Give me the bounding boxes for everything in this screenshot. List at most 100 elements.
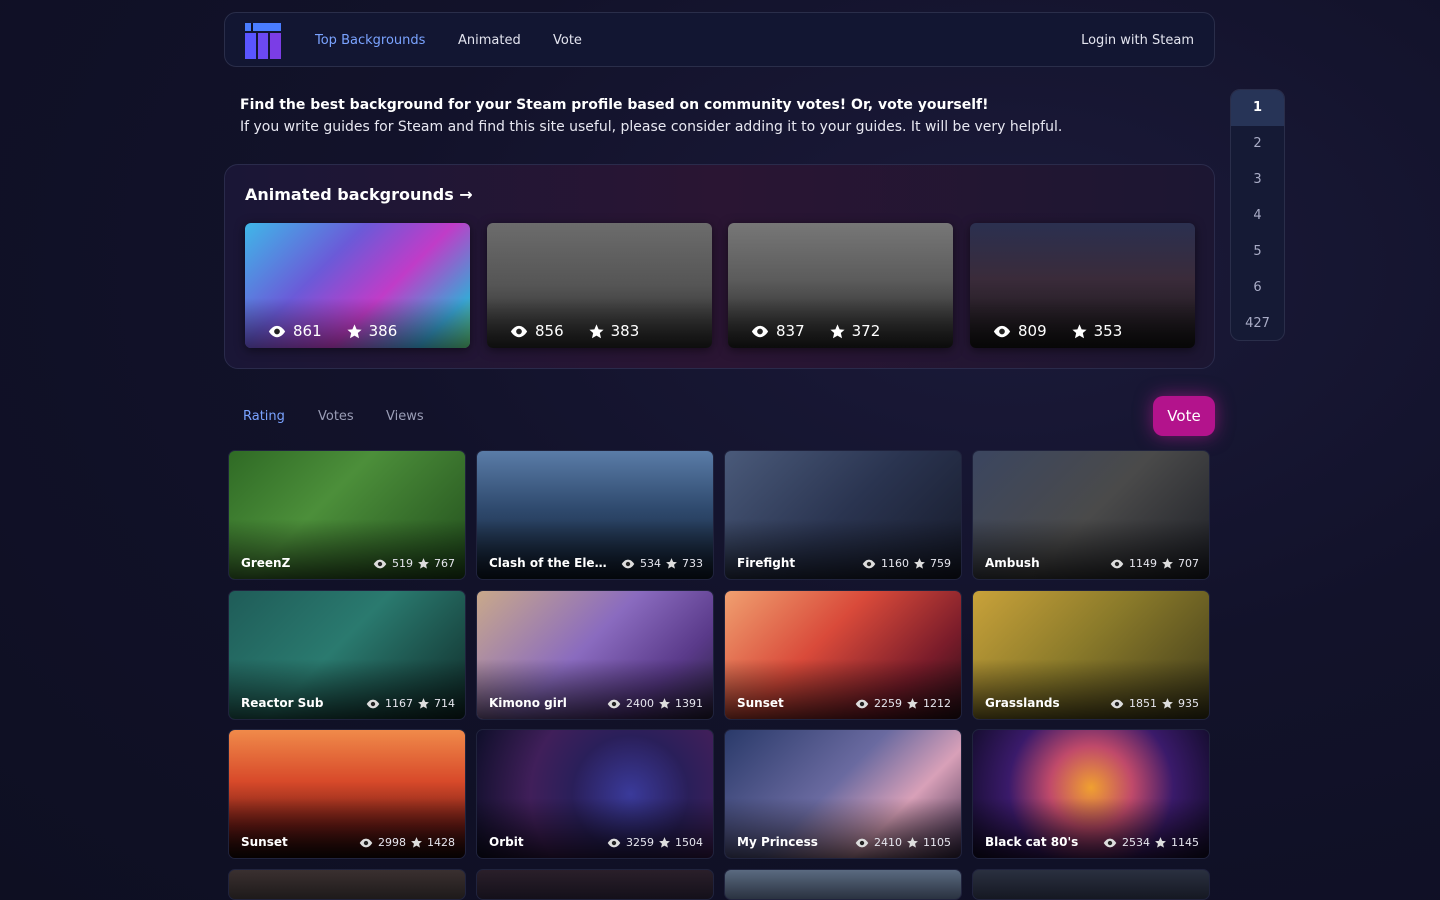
card-stars: 1391 — [675, 697, 703, 710]
animated-views: 861 — [293, 322, 322, 340]
star-icon — [666, 558, 677, 569]
page-6[interactable]: 6 — [1231, 270, 1284, 306]
background-card[interactable]: Firefight 1160 759 — [724, 450, 962, 580]
card-title: Grasslands — [985, 696, 1060, 710]
star-icon — [411, 837, 422, 848]
card-title: Firefight — [737, 556, 796, 570]
eye-icon — [359, 838, 373, 847]
card-title: My Princess — [737, 835, 818, 849]
background-card[interactable]: Reactor Sub 1167 714 — [228, 590, 466, 720]
animated-card[interactable]: 861 386 — [245, 223, 470, 348]
background-card[interactable]: Sunset 2259 1212 — [724, 590, 962, 720]
background-card[interactable]: Ambush 1149 707 — [972, 450, 1210, 580]
background-card-partial[interactable] — [724, 869, 962, 900]
background-card[interactable]: GreenZ 519 767 — [228, 450, 466, 580]
animated-stars: 386 — [368, 322, 398, 340]
eye-icon — [1110, 699, 1124, 708]
login-with-steam-link[interactable]: Login with Steam — [1081, 33, 1194, 48]
background-card[interactable]: Clash of the Elements 534 733 — [476, 450, 714, 580]
animated-backgrounds-link[interactable]: Animated backgrounds → — [245, 185, 473, 204]
card-title: Black cat 80's — [985, 835, 1079, 849]
background-card-partial[interactable] — [476, 869, 714, 900]
star-icon — [1162, 558, 1173, 569]
card-stars: 1212 — [923, 697, 951, 710]
card-title: Reactor Sub — [241, 696, 324, 710]
page-2[interactable]: 2 — [1231, 126, 1284, 162]
star-icon — [659, 837, 670, 848]
star-icon — [589, 323, 604, 338]
card-title: Orbit — [489, 835, 524, 849]
card-stars: 1504 — [675, 836, 703, 849]
star-icon — [347, 323, 362, 338]
eye-icon — [1103, 838, 1117, 847]
background-card[interactable]: Orbit 3259 1504 — [476, 729, 714, 859]
sort-tab-rating[interactable]: Rating — [243, 409, 285, 424]
card-views: 1851 — [1129, 697, 1157, 710]
card-title: Sunset — [737, 696, 784, 710]
card-stars: 733 — [682, 557, 703, 570]
animated-card[interactable]: 837 372 — [728, 223, 953, 348]
page-3[interactable]: 3 — [1231, 162, 1284, 198]
animated-stars: 372 — [851, 322, 881, 340]
card-views: 1149 — [1129, 557, 1157, 570]
page-5[interactable]: 5 — [1231, 234, 1284, 270]
site-logo[interactable] — [245, 23, 281, 59]
nav-animated[interactable]: Animated — [458, 33, 521, 48]
intro-section: Find the best background for your Steam … — [240, 95, 1200, 139]
background-card-partial[interactable] — [972, 869, 1210, 900]
card-stars: 1145 — [1171, 836, 1199, 849]
background-card[interactable]: Black cat 80's 2534 1145 — [972, 729, 1210, 859]
card-title: GreenZ — [241, 556, 291, 570]
page-4[interactable]: 4 — [1231, 198, 1284, 234]
animated-card[interactable]: 809 353 — [970, 223, 1195, 348]
background-card[interactable]: Kimono girl 2400 1391 — [476, 590, 714, 720]
sort-tab-views[interactable]: Views — [386, 409, 424, 424]
pagination: 1 2 3 4 5 6 427 — [1230, 89, 1285, 341]
star-icon — [907, 698, 918, 709]
card-stars: 767 — [434, 557, 455, 570]
animated-backgrounds-panel: Animated backgrounds → 861 386 856 383 8… — [224, 164, 1215, 369]
card-title: Sunset — [241, 835, 288, 849]
eye-icon — [268, 325, 286, 337]
card-views: 1160 — [881, 557, 909, 570]
animated-views: 856 — [535, 322, 564, 340]
page-last[interactable]: 427 — [1231, 306, 1284, 340]
card-stars: 759 — [930, 557, 951, 570]
animated-views: 837 — [776, 322, 805, 340]
background-card[interactable]: Sunset 2998 1428 — [228, 729, 466, 859]
star-icon — [830, 323, 845, 338]
card-views: 2400 — [626, 697, 654, 710]
sort-tab-votes[interactable]: Votes — [318, 409, 354, 424]
intro-headline: Find the best background for your Steam … — [240, 97, 989, 113]
star-icon — [1155, 837, 1166, 848]
eye-icon — [862, 559, 876, 568]
nav-top-backgrounds[interactable]: Top Backgrounds — [315, 33, 425, 48]
vote-button[interactable]: Vote — [1153, 396, 1215, 436]
star-icon — [1162, 698, 1173, 709]
card-title: Kimono girl — [489, 696, 567, 710]
background-card-partial[interactable] — [228, 869, 466, 900]
background-card[interactable]: My Princess 2410 1105 — [724, 729, 962, 859]
card-title: Clash of the Elements — [489, 556, 611, 570]
star-icon — [914, 558, 925, 569]
star-icon — [907, 837, 918, 848]
star-icon — [418, 698, 429, 709]
eye-icon — [751, 325, 769, 337]
eye-icon — [366, 699, 380, 708]
eye-icon — [510, 325, 528, 337]
page-1[interactable]: 1 — [1231, 90, 1284, 126]
card-title: Ambush — [985, 556, 1040, 570]
animated-views: 809 — [1018, 322, 1047, 340]
animated-card[interactable]: 856 383 — [487, 223, 712, 348]
card-views: 2998 — [378, 836, 406, 849]
card-stars: 707 — [1178, 557, 1199, 570]
nav-vote[interactable]: Vote — [553, 33, 582, 48]
card-views: 3259 — [626, 836, 654, 849]
intro-subtext: If you write guides for Steam and find t… — [240, 119, 1063, 135]
card-views: 2534 — [1122, 836, 1150, 849]
card-views: 534 — [640, 557, 661, 570]
card-views: 519 — [392, 557, 413, 570]
card-views: 2410 — [874, 836, 902, 849]
background-card[interactable]: Grasslands 1851 935 — [972, 590, 1210, 720]
eye-icon — [621, 559, 635, 568]
